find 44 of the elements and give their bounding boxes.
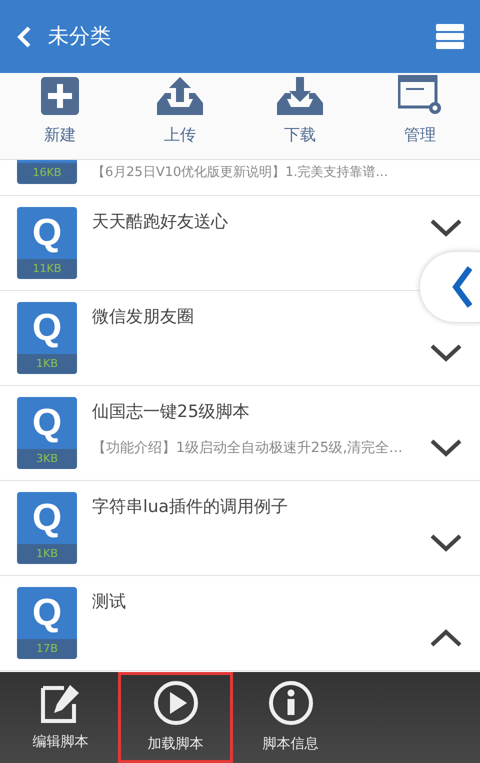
back-icon[interactable] (16, 24, 32, 48)
chevron-down-icon[interactable] (429, 218, 463, 238)
file-size: 3KB (17, 449, 77, 469)
list-row[interactable]: Q 1KB 字符串lua插件的调用例子 (0, 481, 480, 576)
file-size: 11KB (17, 259, 77, 279)
list-row[interactable]: Q 17B 测试 (0, 576, 480, 671)
script-title: 仙国志一键25级脚本 (92, 401, 251, 424)
file-letter: Q (32, 214, 62, 252)
script-title: 微信发朋友圈 (92, 306, 195, 329)
bottom-bar-button[interactable]: 加载脚本 (118, 672, 233, 763)
upload-icon (157, 77, 203, 115)
chevron-down-icon[interactable] (429, 343, 463, 363)
edit-icon (40, 682, 82, 724)
chevron-up-icon[interactable] (429, 628, 463, 648)
script-description: 【6月25日V10优化版更新说明】1.完美支持靠谱... (92, 164, 388, 182)
script-title: 天天酷跑好友送心 (92, 211, 229, 234)
list-row[interactable]: Q 3KB 仙国志一键25级脚本 【功能介绍】1级启动全自动极速升25级,清完全... (0, 386, 480, 481)
list-row[interactable]: 16KB 【6月25日V10优化版更新说明】1.完美支持靠谱... (0, 160, 480, 196)
chevron-down-icon[interactable] (429, 533, 463, 553)
toolbar-button[interactable]: 下载 (240, 73, 360, 159)
file-size: 1KB (17, 354, 77, 374)
toolbar-button[interactable]: 上传 (120, 73, 240, 159)
bottom-bar-button[interactable]: 编辑脚本 (3, 672, 118, 763)
info-icon (268, 680, 314, 726)
file-letter: Q (32, 309, 62, 347)
script-title: 字符串lua插件的调用例子 (92, 496, 289, 519)
bottom-bar-button[interactable]: 脚本信息 (233, 672, 348, 763)
file-size: 17B (17, 639, 77, 659)
play-icon (152, 680, 198, 726)
server-menu-icon[interactable] (436, 24, 464, 50)
download-icon (277, 77, 323, 115)
script-description: 【功能介绍】1级启动全自动极速升25级,清完全... (92, 438, 404, 458)
plus-icon (41, 77, 79, 115)
chevron-left-icon (452, 265, 472, 309)
file-letter: Q (32, 499, 62, 537)
file-letter: Q (32, 404, 62, 442)
chevron-down-icon[interactable] (429, 438, 463, 458)
toolbar-button[interactable]: 新建 (0, 73, 120, 159)
file-letter: Q (32, 594, 62, 632)
toolbar-button[interactable]: 管理 (360, 73, 480, 159)
header-title: 未分类 (48, 22, 111, 50)
file-size: 1KB (17, 544, 77, 564)
file-size: 16KB (17, 160, 77, 184)
script-title: 测试 (92, 591, 127, 614)
